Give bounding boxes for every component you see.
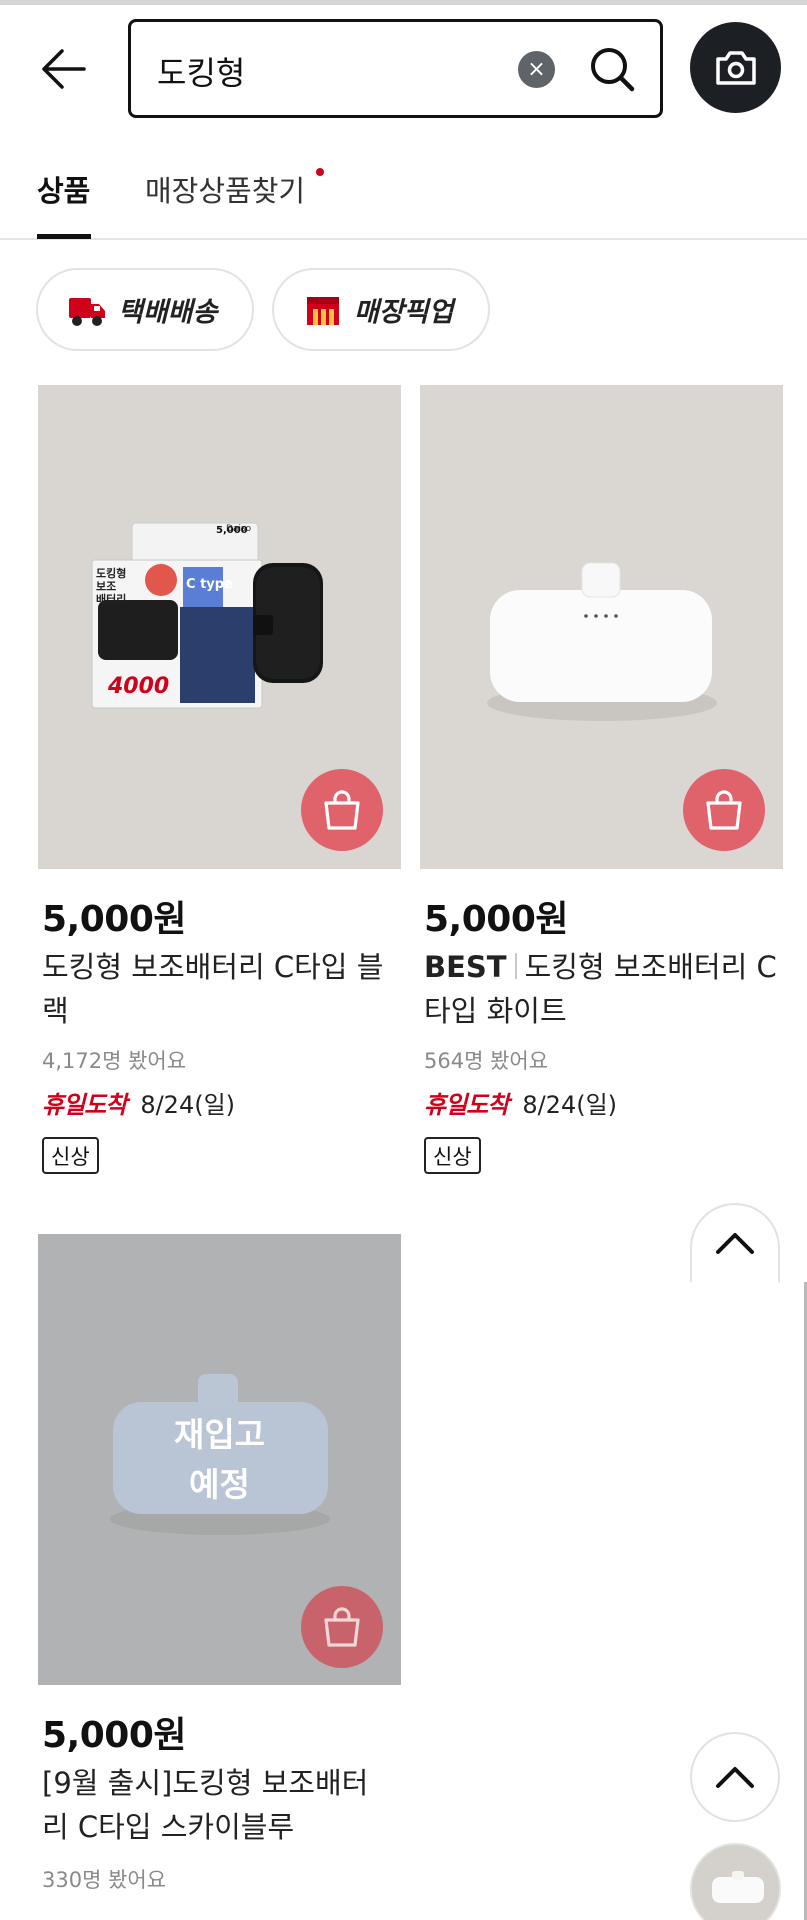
product-card[interactable]: 재입고 예정 5,000원 [9월 출시]도킹형 보조배터리 C타입 스카이블루…: [38, 1234, 401, 1920]
product-image[interactable]: Daiso 5,000 도킹형 보조 배터리 C type 4000: [38, 385, 401, 869]
tab-store-products[interactable]: 매장상품찾기: [145, 168, 305, 210]
chevron-up-icon: [716, 1233, 754, 1254]
product-image[interactable]: [420, 385, 783, 869]
back-button[interactable]: [36, 42, 90, 96]
arrival-date: 8/24(일): [140, 1091, 236, 1119]
camera-search-button[interactable]: [690, 22, 781, 113]
camera-icon: [715, 50, 756, 85]
product-views: 564명 봤어요: [424, 1049, 549, 1073]
package-type: C type: [186, 577, 233, 592]
recently-viewed-button[interactable]: [690, 1843, 781, 1920]
shopping-bag-icon: [706, 790, 742, 830]
search-button[interactable]: [585, 42, 639, 96]
package-line2: 보조: [96, 580, 116, 593]
product-name-wrap[interactable]: BEST 도킹형 보조배터리 C타입 화이트: [424, 945, 779, 1033]
package-capacity: 4000: [107, 674, 169, 699]
add-to-cart-button[interactable]: [301, 1586, 383, 1668]
truck-icon: [68, 293, 106, 327]
new-badge: 신상: [42, 1137, 99, 1174]
status-strip: [0, 0, 807, 5]
holiday-delivery-tag: 휴일도착: [424, 1091, 509, 1119]
arrow-left-icon: [42, 49, 86, 89]
recent-product-thumbnail: [692, 1845, 779, 1920]
new-badge: 신상: [424, 1137, 481, 1174]
filter-delivery-label: 택배배송: [118, 297, 218, 328]
arrival-date: 8/24(일): [522, 1091, 618, 1119]
filter-pickup-chip[interactable]: 매장픽업: [272, 268, 490, 351]
product-views: 330명 봤어요: [42, 1868, 167, 1892]
product-views: 4,172명 봤어요: [42, 1049, 187, 1073]
active-tab-indicator: [37, 234, 91, 239]
package-line1: 도킹형: [96, 566, 126, 580]
search-input[interactable]: 도킹형 ×: [128, 19, 663, 118]
tab-products[interactable]: 상품: [37, 168, 90, 210]
tab-bar: 상품 매장상품찾기: [0, 150, 807, 240]
filter-delivery-chip[interactable]: 택배배송: [36, 268, 254, 351]
product-image[interactable]: 재입고 예정: [38, 1234, 401, 1685]
best-label: BEST: [424, 950, 507, 984]
product-name[interactable]: 도킹형 보조배터리 C타입 블랙: [42, 945, 397, 1033]
search-query-text[interactable]: 도킹형: [157, 48, 245, 94]
search-icon: [591, 48, 635, 92]
filter-pickup-label: 매장픽업: [354, 297, 454, 328]
product-card[interactable]: 5,000원 BEST 도킹형 보조배터리 C타입 화이트 564명 봤어요 휴일…: [420, 385, 783, 1185]
clear-search-button[interactable]: ×: [518, 51, 555, 88]
product-name[interactable]: [9월 출시]도킹형 보조배터리 C타입 스카이블루: [42, 1761, 382, 1849]
package-line3: 배터리: [96, 592, 126, 606]
close-icon: ×: [527, 57, 546, 82]
product-price: 5,000원: [424, 899, 569, 940]
scroll-top-button[interactable]: [690, 1203, 780, 1283]
restock-label: 재입고 예정: [173, 1414, 266, 1504]
arrival-info: 휴일도착 8/24(일): [424, 1085, 617, 1120]
product-price: 5,000원: [42, 1715, 187, 1756]
new-dot-indicator: [316, 168, 324, 176]
product-card[interactable]: Daiso 5,000 도킹형 보조 배터리 C type 4000 5,000…: [38, 385, 401, 1185]
shopping-bag-icon: [324, 790, 360, 830]
holiday-delivery-tag: 휴일도착: [42, 1091, 127, 1119]
product-price: 5,000원: [42, 899, 187, 940]
best-separator: [514, 953, 517, 979]
add-to-cart-button[interactable]: [683, 769, 765, 851]
store-icon: [304, 293, 342, 327]
add-to-cart-button[interactable]: [301, 769, 383, 851]
chevron-up-icon: [716, 1767, 754, 1788]
package-price: 5,000: [216, 525, 248, 536]
shopping-bag-icon: [324, 1607, 360, 1647]
arrival-info: 휴일도착 8/24(일): [42, 1085, 235, 1120]
scroll-top-button[interactable]: [690, 1732, 780, 1822]
